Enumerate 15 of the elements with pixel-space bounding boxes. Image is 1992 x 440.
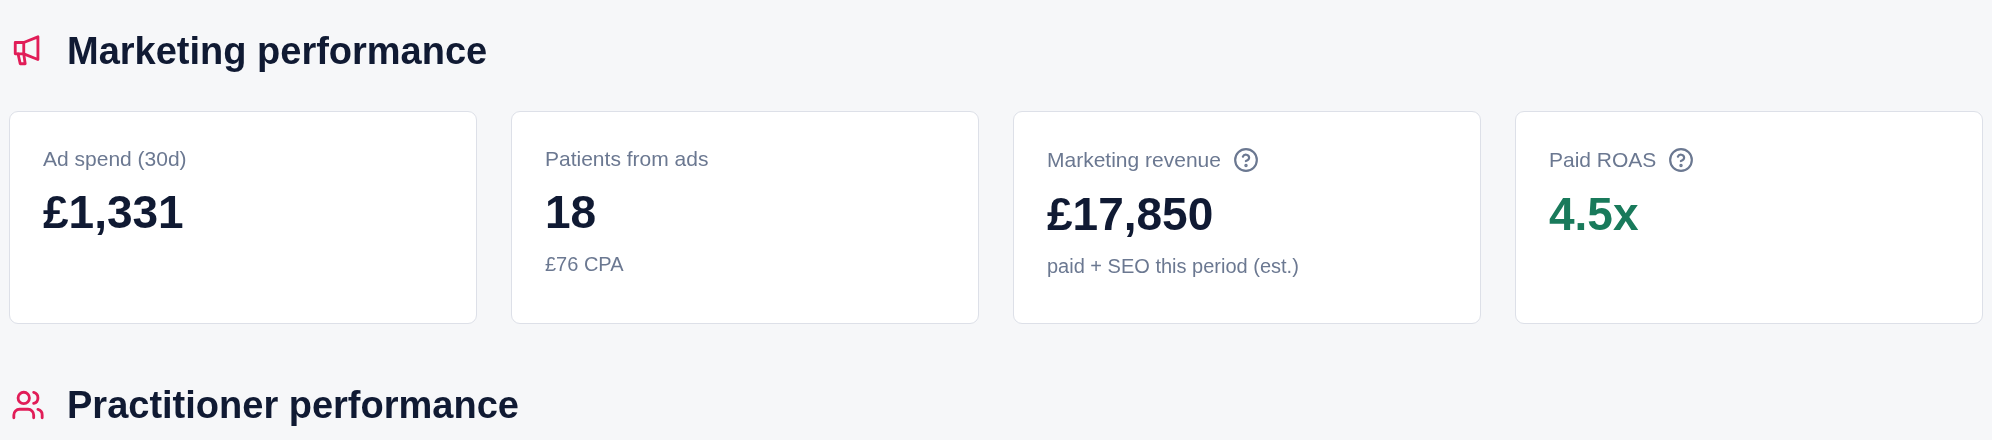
metric-label: Ad spend (30d) [43, 147, 187, 171]
help-icon[interactable] [1668, 147, 1695, 173]
metric-label: Marketing revenue [1047, 148, 1221, 172]
help-icon[interactable] [1232, 147, 1259, 173]
metric-value: 18 [545, 185, 597, 239]
metric-value: 4.5x [1549, 187, 1639, 241]
metric-note: paid + SEO this period (est.) [1047, 255, 1299, 278]
section-title: Practitioner performance [67, 383, 519, 427]
metric-label: Patients from ads [545, 147, 709, 171]
metric-label: Paid ROAS [1549, 148, 1657, 172]
metric-value: £1,331 [43, 185, 184, 239]
metric-note: £76 CPA [545, 253, 624, 276]
metric-value: £17,850 [1047, 187, 1214, 241]
users-icon [11, 388, 45, 422]
section-title: Marketing performance [67, 29, 488, 73]
